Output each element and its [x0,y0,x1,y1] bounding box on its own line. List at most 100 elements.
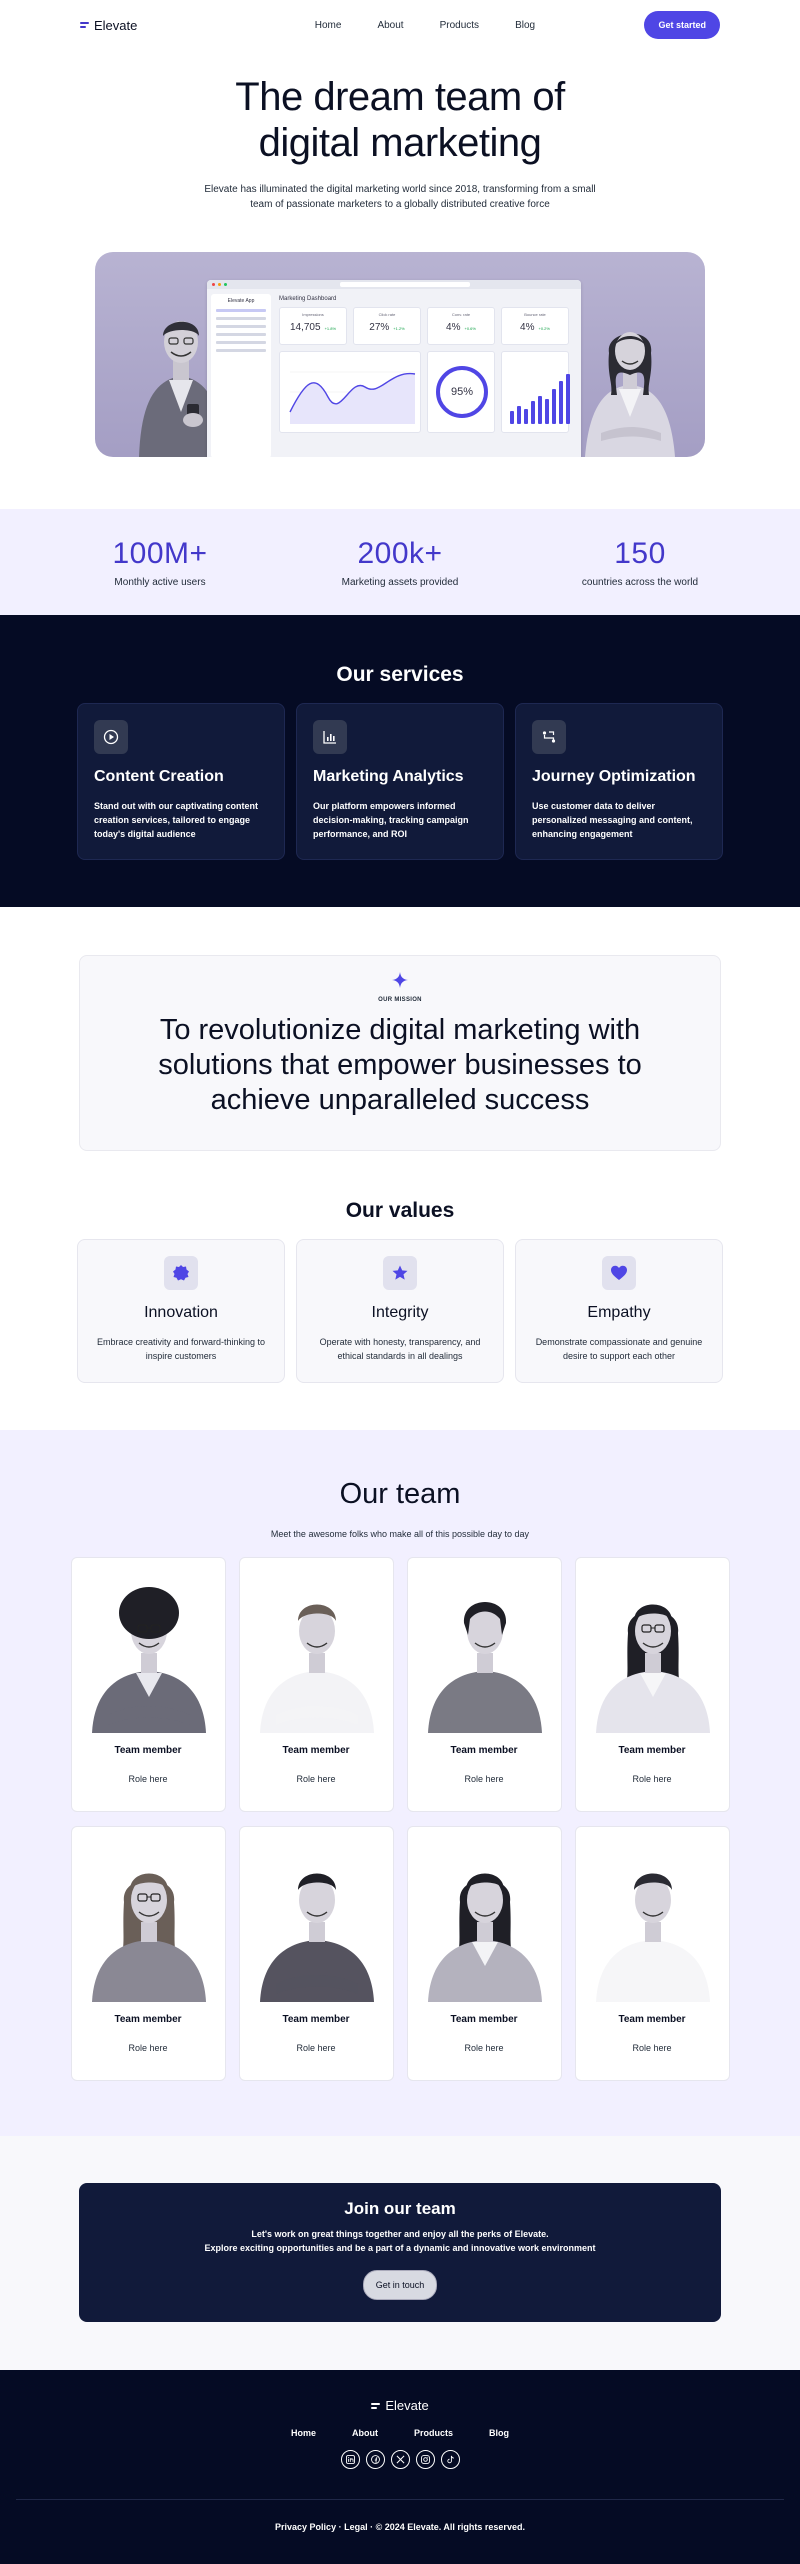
line-chart-panel [279,351,421,433]
team-section: Our team Meet the awesome folks who make… [0,1430,800,2136]
mission-line-1: To revolutionize digital marketing with [159,1014,641,1046]
services-section: Our services Content Creation Stand out … [0,615,800,907]
footer-link-home[interactable]: Home [291,2428,316,2438]
x-icon[interactable] [390,2450,410,2469]
services-title: Our services [336,663,464,686]
linkedin-icon[interactable] [340,2450,360,2469]
footer-link-blog[interactable]: Blog [489,2428,509,2438]
mission-section: OUR MISSION To revolutionize digital mar… [79,955,721,1151]
journey-icon [532,720,566,754]
facebook-icon[interactable] [365,2450,385,2469]
bar-chart-icon [313,720,347,754]
kpi-card: Impressions 14,705 +1.8% [279,307,347,345]
nav-link-about[interactable]: About [377,20,403,31]
team-member-portrait [259,1873,374,2002]
join-text: Let's work on great things together and … [79,2227,721,2256]
team-member-name: Team member [114,2014,182,2025]
stat-label: Monthly active users [114,576,206,588]
team-member-name: Team member [450,2014,518,2025]
team-member-name: Team member [618,1745,686,1756]
brand-logo[interactable]: Elevate [80,18,137,33]
team-title: Our team [339,1478,461,1510]
team-member-role: Role here [632,1774,672,1784]
top-nav: Elevate Home About Products Blog Get sta… [0,0,800,50]
kpi-value: 27% [369,322,390,333]
kpi-value: 4% [446,322,461,333]
bar-chart-panel [501,351,570,433]
footer-logo[interactable]: Elevate [0,2398,800,2413]
stat-item: 200k+ Marketing assets provided [300,537,500,588]
team-member-portrait [427,1873,542,2002]
team-member-card: Team member Role here [406,1557,562,1812]
kpi-card: Bounce rate 4% +0.2% [501,307,569,345]
get-in-touch-button[interactable]: Get in touch [362,2269,438,2300]
kpi-card: Click rate 27% +1.2% [353,307,421,345]
stat-item: 100M+ Monthly active users [60,537,260,588]
values-title: Our values [345,1199,455,1222]
team-member-card: Team member Role here [238,1826,394,2081]
dashboard-mockup: Elevate App Marketing Dashboard Impressi… [207,280,581,457]
tiktok-icon[interactable] [440,2450,460,2469]
mini-bar-chart [510,374,570,424]
stat-value: 200k+ [357,536,443,570]
sidebar-row [216,341,266,344]
service-card-content-creation: Content Creation Stand out with our capt… [77,703,285,860]
kpi-delta: +1.2% [393,326,405,331]
mini-bar [524,409,528,424]
team-member-photo [85,1842,211,2002]
team-member-role: Role here [464,2043,504,2053]
mission-kicker: OUR MISSION [378,997,422,1003]
team-member-name: Team member [114,1745,182,1756]
footer-link-products[interactable]: Products [414,2428,453,2438]
mini-bar [559,381,563,424]
team-member-portrait [259,1604,374,1733]
ring-chart-panel: 95% [427,351,495,433]
join-text-line-2: Explore exciting opportunities and be a … [204,2243,596,2254]
mini-bar [552,389,556,424]
team-member-name: Team member [282,2014,350,2025]
team-member-photo [85,1573,211,1733]
logo-icon [371,2401,381,2411]
service-title: Content Creation [94,768,224,785]
kpi-delta: +0.6% [464,326,476,331]
kpi-label: Conv. rate [451,312,471,317]
hero-image: Elevate App Marketing Dashboard Impressi… [95,252,705,457]
get-started-button[interactable]: Get started [644,11,720,39]
team-member-photo [421,1573,547,1733]
nav-links: Home About Products Blog [315,20,535,31]
badge-icon [164,1256,198,1290]
mission-line-3: achieve unparalleled success [210,1083,590,1116]
team-member-card: Team member Role here [70,1826,226,2081]
window-minimize-dot [218,283,221,286]
mini-bar [531,401,535,424]
kpi-card: Conv. rate 4% +0.6% [427,307,495,345]
service-card-journey-optimization: Journey Optimization Use customer data t… [515,703,723,860]
instagram-icon[interactable] [415,2450,435,2469]
dashboard-sidebar: Elevate App [211,294,271,457]
footer-links: Home About Products Blog [0,2428,800,2438]
value-description: Embrace creativity and forward-thinking … [96,1337,266,1361]
footer-link-about[interactable]: About [352,2428,378,2438]
footer: Elevate Home About Products Blog Privacy… [0,2370,800,2564]
team-member-name: Team member [450,1745,518,1756]
nav-link-blog[interactable]: Blog [515,20,535,31]
join-title: Join our team [344,2199,456,2218]
team-member-role: Role here [296,1774,336,1784]
service-title: Journey Optimization [532,768,696,785]
mission-statement: To revolutionize digital marketing with … [80,1013,720,1117]
footer-divider [16,2499,784,2500]
team-member-portrait [427,1602,542,1733]
value-title: Empathy [587,1304,651,1321]
star-icon [383,1256,417,1290]
team-subtitle: Meet the awesome folks who make all of t… [270,1529,530,1539]
sidebar-row [216,349,266,352]
nav-link-home[interactable]: Home [315,20,342,31]
mission-line-2: solutions that empower businesses to [158,1048,642,1081]
value-title: Innovation [144,1304,218,1321]
brand-name: Elevate [94,17,138,33]
kpi-label: Impressions [302,312,324,317]
value-description: Demonstrate compassionate and genuine de… [535,1337,703,1361]
team-member-name: Team member [618,2014,686,2025]
nav-link-products[interactable]: Products [440,20,479,31]
hero-section: The dream team of digital marketing Elev… [0,50,800,457]
